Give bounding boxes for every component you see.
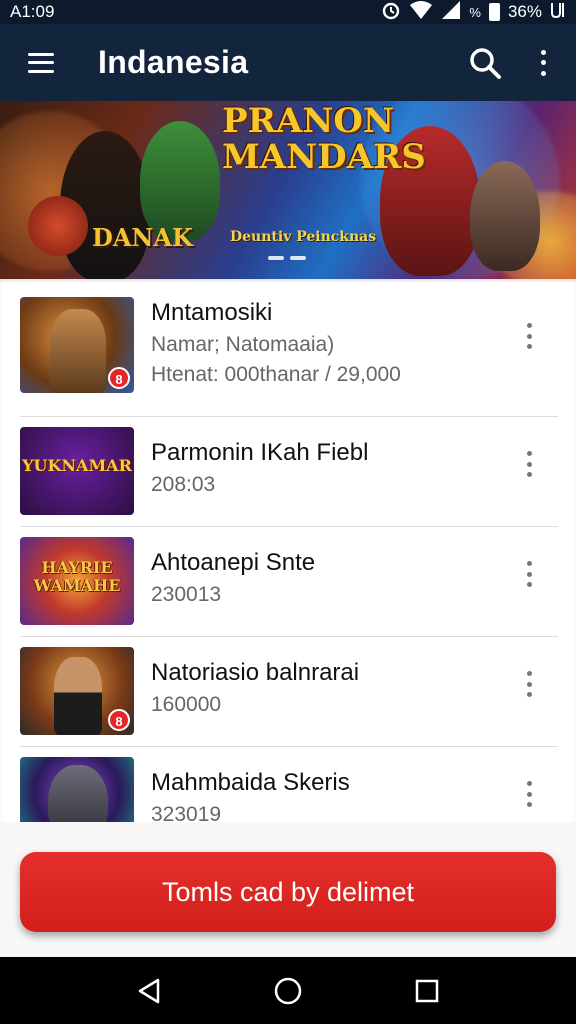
item-more-icon[interactable]	[524, 323, 534, 349]
item-title: Parmonin IKah Fiebl	[151, 439, 369, 466]
item-thumbnail: 8	[20, 297, 134, 393]
list-item[interactable]: Mahmbaida Skeris 323019	[20, 747, 558, 822]
alarm-icon	[381, 0, 401, 25]
banner-creature	[470, 161, 540, 271]
list-item[interactable]: YUKNAMAR Parmonin IKah Fiebl 208:03	[20, 417, 558, 527]
item-subtitle: 323019	[151, 803, 222, 822]
item-more-icon[interactable]	[524, 671, 534, 697]
system-nav-bar	[0, 957, 576, 1024]
data-icon	[550, 1, 566, 24]
banner-pager	[268, 256, 306, 260]
item-detail: Htenat: 000thanar / 29,000	[151, 363, 401, 386]
signal-icon	[441, 0, 461, 25]
banner-shield	[28, 196, 88, 256]
footer: Tomls cad by delimet	[0, 822, 576, 957]
item-more-icon[interactable]	[524, 781, 534, 807]
item-title: Mntamosiki	[151, 299, 273, 326]
item-title: Mahmbaida Skeris	[151, 769, 350, 796]
item-subtitle: 160000	[151, 693, 222, 716]
thumb-text: HAYRIE WAMAHE	[33, 558, 121, 595]
wifi-icon	[409, 0, 433, 25]
list-item[interactable]: 8 Natoriasio balnrarai 160000	[20, 637, 558, 747]
item-more-icon[interactable]	[524, 451, 534, 477]
status-bar: A1:09 % 36%	[0, 0, 576, 24]
item-thumbnail: YUKNAMAR	[20, 427, 134, 515]
percent-symbol: %	[469, 4, 481, 20]
thumb-text: YUKNAMAR	[22, 456, 132, 475]
menu-icon[interactable]	[28, 52, 54, 73]
banner-title: PRANON MANDARS	[222, 101, 426, 177]
item-more-icon[interactable]	[524, 561, 534, 587]
recents-icon[interactable]	[407, 971, 447, 1011]
promo-banner[interactable]: PRANON MANDARS DANAK Deuntiv Peincknas	[0, 101, 576, 279]
home-icon[interactable]	[268, 971, 308, 1011]
battery-text: 36%	[507, 2, 542, 21]
app-bar: Indanesia	[0, 24, 576, 101]
app-title: Indanesia	[98, 44, 249, 80]
item-title: Natoriasio balnrarai	[151, 659, 360, 686]
list-item[interactable]: HAYRIE WAMAHE Ahtoanepi Snte 230013	[20, 527, 558, 637]
list-item[interactable]: 8 Mntamosiki Namar; Natomaaia) Htenat: 0…	[20, 297, 558, 417]
item-subtitle: 208:03	[151, 473, 216, 496]
banner-sub-text: Deuntiv Peincknas	[230, 229, 377, 245]
status-time: A1:09	[10, 2, 55, 21]
item-thumbnail	[20, 757, 134, 822]
thumb-figure	[48, 765, 108, 822]
back-icon[interactable]	[129, 971, 169, 1011]
item-subtitle: 230013	[151, 583, 222, 606]
thumb-figure	[54, 657, 102, 735]
thumb-figure	[50, 309, 106, 393]
banner-left-text: DANAK	[92, 223, 193, 252]
overflow-menu-icon[interactable]	[538, 49, 548, 76]
item-thumbnail: 8	[20, 647, 134, 735]
item-subtitle: Namar; Natomaaia)	[151, 333, 335, 356]
search-icon[interactable]	[468, 46, 502, 80]
item-thumbnail: HAYRIE WAMAHE	[20, 537, 134, 625]
thumb-badge: 8	[108, 709, 130, 731]
thumb-badge: 8	[108, 367, 130, 389]
battery-icon	[488, 3, 500, 21]
item-title: Ahtoanepi Snte	[151, 549, 316, 576]
primary-action-button[interactable]: Tomls cad by delimet	[20, 852, 556, 932]
status-icons: % 36%	[381, 0, 566, 25]
game-list: 8 Mntamosiki Namar; Natomaaia) Htenat: 0…	[0, 279, 576, 822]
